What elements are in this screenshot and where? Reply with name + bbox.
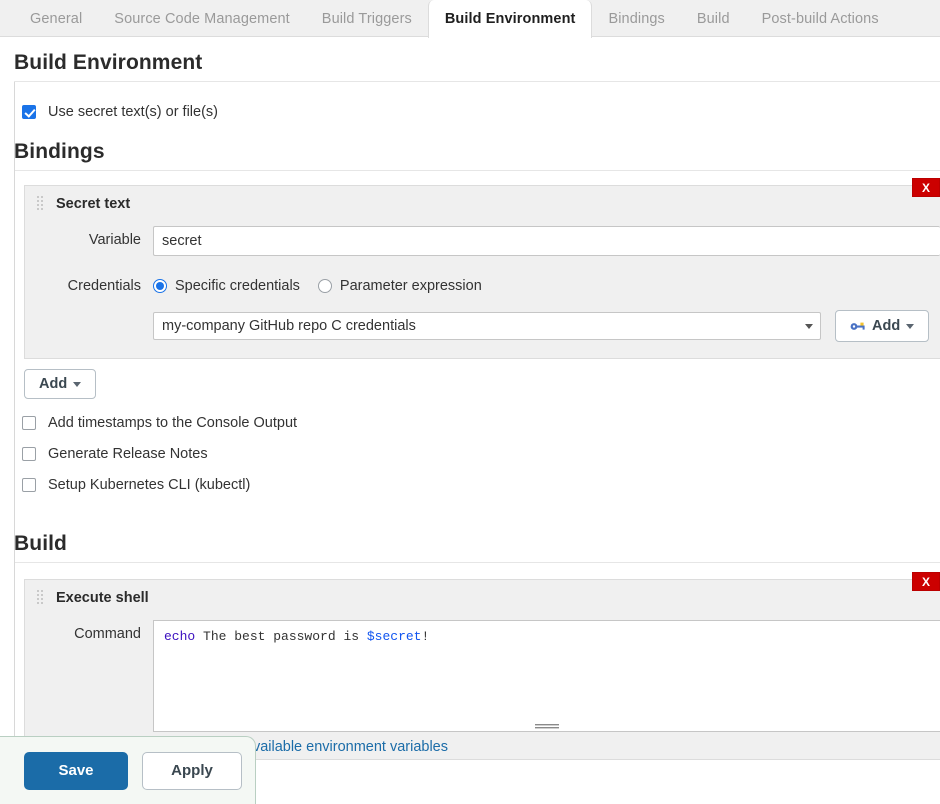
command-help-row: See the list of available environment va… [153, 732, 940, 755]
tab-build[interactable]: Build [681, 0, 746, 37]
tab-bar: General Source Code Management Build Tri… [0, 0, 940, 38]
build-step-title: Execute shell [56, 590, 149, 606]
form-rail [14, 82, 15, 128]
tab-build-triggers[interactable]: Build Triggers [306, 0, 428, 37]
binding-panel-secret-text: X Secret text Variable secret Credential… [24, 178, 940, 359]
variable-input[interactable] [153, 226, 940, 256]
radio-parameter-expression-label: Parameter expression [339, 278, 482, 294]
tab-bindings[interactable]: Bindings [592, 0, 680, 37]
kubectl-checkbox[interactable] [22, 477, 36, 492]
use-secrets-checkbox[interactable] [22, 105, 36, 119]
radio-parameter-expression[interactable] [317, 279, 332, 293]
radio-specific-credentials[interactable] [153, 279, 167, 293]
page-title-build-environment: Build Environment [14, 51, 203, 74]
credentials-field-row: Credentials Specific credentials Paramet… [25, 260, 940, 358]
section-title-build: Build [14, 532, 67, 555]
code-variable-secret: $secret [366, 629, 422, 644]
add-binding-button[interactable]: Add [24, 369, 97, 399]
tab-build-environment[interactable]: Build Environment [427, 0, 593, 38]
apply-button[interactable]: Apply [142, 751, 242, 790]
variable-label: Variable [88, 232, 141, 248]
credentials-radio-group: Specific credentials Parameter expressio… [153, 272, 940, 300]
timestamps-label: Add timestamps to the Console Output [48, 414, 298, 431]
drag-handle-icon-build-step[interactable] [37, 590, 46, 606]
use-secrets-row[interactable]: Use secret text(s) or file(s) [0, 82, 940, 128]
tab-general[interactable]: General [14, 0, 98, 37]
credentials-label: Credentials [67, 278, 141, 294]
binding-panel-title: Secret text [56, 196, 131, 212]
option-row-release-notes[interactable]: Generate Release Notes [0, 438, 940, 469]
timestamps-checkbox[interactable] [22, 415, 36, 430]
credentials-select[interactable]: my-company GitHub repo C credentials [153, 312, 821, 340]
use-secrets-block: Use secret text(s) or file(s) [0, 82, 940, 128]
code-keyword-echo: echo [164, 629, 196, 644]
credentials-select-wrap[interactable]: my-company GitHub repo C credentials [153, 312, 821, 340]
command-label: Command [74, 626, 141, 642]
form-rail-build [14, 510, 15, 760]
release-notes-checkbox[interactable] [22, 446, 36, 461]
add-credentials-label: Add [872, 318, 901, 334]
form-action-bar: Save Apply [0, 736, 256, 804]
form-rail-bindings [14, 128, 15, 510]
build-step-panel-execute-shell: X Execute shell Command echo The best pa… [24, 572, 940, 760]
tab-post-build-actions[interactable]: Post-build Actions [746, 0, 895, 37]
option-row-timestamps[interactable]: Add timestamps to the Console Output [0, 407, 940, 438]
build-env-options: Add timestamps to the Console Output Gen… [0, 407, 940, 510]
add-credentials-button[interactable]: Add [835, 310, 930, 342]
tab-source-code-management[interactable]: Source Code Management [98, 0, 306, 37]
credentials-select-row: my-company GitHub repo C credentials Add [153, 310, 940, 342]
bindings-block: Bindings X Secret text Variable secret C… [0, 128, 940, 510]
add-binding-label: Add [39, 376, 68, 392]
use-secrets-label: Use secret text(s) or file(s) [48, 104, 218, 120]
drag-handle-icon[interactable] [37, 196, 46, 212]
code-suffix: ! [421, 629, 430, 644]
option-row-kubectl[interactable]: Setup Kubernetes CLI (kubectl) [0, 469, 940, 500]
resize-handle-icon[interactable] [525, 723, 569, 730]
code-plain-text: The best password is [195, 629, 367, 644]
delete-build-step-button[interactable]: X [912, 572, 940, 591]
command-code-editor[interactable]: echo The best password is $secret! [153, 620, 940, 732]
build-step-header: Execute shell [25, 580, 940, 616]
radio-specific-credentials-label: Specific credentials [175, 278, 300, 294]
section-title-bindings: Bindings [14, 140, 105, 163]
build-section: Build X Execute shell Command echo The b… [0, 510, 940, 760]
page-content: Build Environment Use secret text(s) or … [0, 37, 940, 760]
add-binding-row: Add [0, 359, 940, 407]
caret-down-icon-add-binding [73, 381, 82, 387]
delete-binding-button[interactable]: X [912, 178, 940, 197]
variable-field-row: Variable [25, 222, 940, 260]
key-icon [850, 322, 865, 330]
caret-down-icon [906, 323, 915, 329]
kubectl-label: Setup Kubernetes CLI (kubectl) [48, 476, 251, 493]
save-button[interactable]: Save [24, 751, 128, 790]
command-code-content[interactable]: echo The best password is $secret! [154, 621, 940, 653]
binding-panel-header: Secret text [25, 186, 940, 222]
release-notes-label: Generate Release Notes [48, 445, 208, 462]
